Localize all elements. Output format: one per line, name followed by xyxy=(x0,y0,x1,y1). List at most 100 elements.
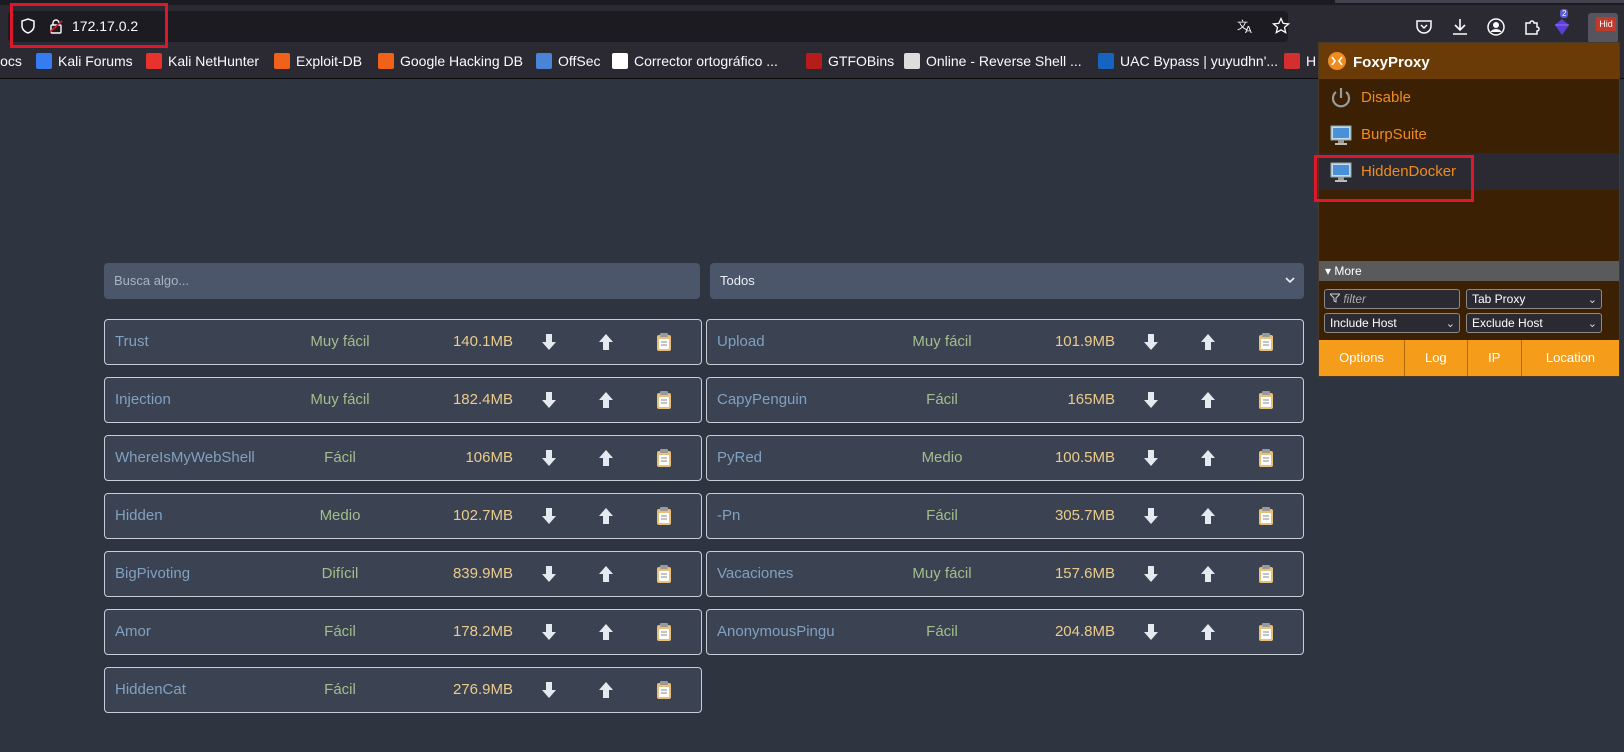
url-bar[interactable]: 172.17.0.2 文A xyxy=(8,11,1290,42)
download-arrow-icon[interactable] xyxy=(1142,332,1160,352)
upload-arrow-icon[interactable] xyxy=(1199,506,1217,526)
download-arrow-icon[interactable] xyxy=(1142,622,1160,642)
machine-size: 140.1MB xyxy=(452,333,513,350)
machine-name[interactable]: Trust xyxy=(115,333,149,350)
bookmark-label: Exploit-DB xyxy=(296,53,363,69)
download-arrow-icon[interactable] xyxy=(540,390,558,410)
download-arrow-icon[interactable] xyxy=(540,564,558,584)
bookmark-item[interactable]: Corrector ortográfico ... xyxy=(612,53,778,69)
download-arrow-icon[interactable] xyxy=(540,448,558,468)
extension-gem-icon[interactable] xyxy=(1552,17,1572,37)
upload-arrow-icon[interactable] xyxy=(597,680,615,700)
machine-name[interactable]: CapyPenguin xyxy=(717,391,807,408)
download-arrow-icon[interactable] xyxy=(540,332,558,352)
upload-arrow-icon[interactable] xyxy=(597,390,615,410)
monitor-icon xyxy=(1330,125,1352,145)
clipboard-icon[interactable] xyxy=(1257,332,1275,352)
machine-name[interactable]: Injection xyxy=(115,391,171,408)
translate-icon[interactable]: 文A xyxy=(1236,17,1254,35)
clipboard-icon[interactable] xyxy=(655,448,673,468)
filter-selected-value: Todos xyxy=(720,273,755,288)
download-arrow-icon[interactable] xyxy=(540,622,558,642)
clipboard-icon[interactable] xyxy=(655,332,673,352)
upload-arrow-icon[interactable] xyxy=(597,506,615,526)
machine-card: Vacaciones Muy fácil 157.6MB xyxy=(706,551,1304,597)
tab-proxy-select[interactable]: Tab Proxy ⌄ xyxy=(1466,289,1602,309)
bookmark-item[interactable]: Kali NetHunter xyxy=(146,53,259,69)
difficulty-filter-select[interactable]: Todos xyxy=(710,263,1304,299)
include-host-select[interactable]: Include Host ⌄ xyxy=(1324,313,1460,333)
machine-difficulty: Difícil xyxy=(321,565,359,582)
machine-name[interactable]: HiddenCat xyxy=(115,681,186,698)
machine-name[interactable]: Hidden xyxy=(115,507,163,524)
machine-card: Amor Fácil 178.2MB xyxy=(104,609,702,655)
machine-name[interactable]: Amor xyxy=(115,623,151,640)
machine-size: 101.9MB xyxy=(1054,333,1115,350)
download-arrow-icon[interactable] xyxy=(540,506,558,526)
location-button[interactable]: Location xyxy=(1522,340,1619,376)
bookmark-star-icon[interactable] xyxy=(1272,17,1290,35)
upload-arrow-icon[interactable] xyxy=(1199,448,1217,468)
more-toggle[interactable]: ▾ More xyxy=(1319,261,1619,281)
clipboard-icon[interactable] xyxy=(1257,564,1275,584)
machine-name[interactable]: Upload xyxy=(717,333,765,350)
bookmark-item[interactable]: H xyxy=(1284,53,1316,69)
bookmark-item[interactable]: GTFOBins xyxy=(806,53,894,69)
bookmark-item[interactable]: Online - Reverse Shell ... xyxy=(904,53,1082,69)
clipboard-icon[interactable] xyxy=(655,622,673,642)
account-icon[interactable] xyxy=(1486,17,1506,37)
clipboard-icon[interactable] xyxy=(1257,390,1275,410)
log-button[interactable]: Log xyxy=(1405,340,1468,376)
upload-arrow-icon[interactable] xyxy=(597,622,615,642)
upload-arrow-icon[interactable] xyxy=(1199,564,1217,584)
clipboard-icon[interactable] xyxy=(655,506,673,526)
download-arrow-icon[interactable] xyxy=(1142,448,1160,468)
clipboard-icon[interactable] xyxy=(1257,506,1275,526)
download-arrow-icon[interactable] xyxy=(1142,564,1160,584)
clipboard-icon[interactable] xyxy=(655,564,673,584)
upload-arrow-icon[interactable] xyxy=(597,564,615,584)
upload-arrow-icon[interactable] xyxy=(1199,622,1217,642)
bookmark-item[interactable]: OffSec xyxy=(536,53,601,69)
download-arrow-icon[interactable] xyxy=(540,680,558,700)
clipboard-icon[interactable] xyxy=(655,390,673,410)
extensions-puzzle-icon[interactable] xyxy=(1522,17,1542,37)
download-arrow-icon[interactable] xyxy=(1142,390,1160,410)
upload-arrow-icon[interactable] xyxy=(597,448,615,468)
machine-card: Injection Muy fácil 182.4MB xyxy=(104,377,702,423)
gtfobins-icon xyxy=(806,53,822,69)
clipboard-icon[interactable] xyxy=(1257,448,1275,468)
machine-name[interactable]: AnonymousPingu xyxy=(717,623,835,640)
search-input[interactable]: Busca algo... xyxy=(104,263,700,299)
machine-size: 165MB xyxy=(1067,391,1115,408)
bookmark-item[interactable]: Docs xyxy=(0,53,22,69)
bookmark-item[interactable]: UAC Bypass | yuyudhn'... xyxy=(1098,53,1278,69)
pocket-icon[interactable] xyxy=(1414,17,1434,37)
ip-button[interactable]: IP xyxy=(1468,340,1522,376)
exclude-host-select[interactable]: Exclude Host ⌄ xyxy=(1466,313,1602,333)
upload-arrow-icon[interactable] xyxy=(1199,390,1217,410)
bookmark-item[interactable]: Kali Forums xyxy=(36,53,133,69)
machine-name[interactable]: Vacaciones xyxy=(717,565,793,582)
clipboard-icon[interactable] xyxy=(1257,622,1275,642)
bookmark-item[interactable]: Google Hacking DB xyxy=(378,53,523,69)
proxy-item-disable[interactable]: Disable xyxy=(1319,79,1619,116)
downloads-icon[interactable] xyxy=(1450,17,1470,37)
machine-name[interactable]: WhereIsMyWebShell xyxy=(115,449,255,466)
upload-arrow-icon[interactable] xyxy=(1199,332,1217,352)
download-arrow-icon[interactable] xyxy=(1142,506,1160,526)
machine-name[interactable]: BigPivoting xyxy=(115,565,190,582)
bookmark-item[interactable]: Exploit-DB xyxy=(274,53,362,69)
filter-input[interactable]: filter xyxy=(1324,289,1460,309)
machine-name[interactable]: -Pn xyxy=(717,507,740,524)
proxy-item-burpsuite[interactable]: BurpSuite xyxy=(1319,116,1619,153)
upload-arrow-icon[interactable] xyxy=(597,332,615,352)
machine-difficulty: Fácil xyxy=(324,449,356,466)
bookmark-label: UAC Bypass | yuyudhn'... xyxy=(1120,53,1279,69)
clipboard-icon[interactable] xyxy=(655,680,673,700)
machine-difficulty: Muy fácil xyxy=(310,333,370,350)
machine-name[interactable]: PyRed xyxy=(717,449,762,466)
options-button[interactable]: Options xyxy=(1319,340,1406,376)
foxyproxy-toolbar-button[interactable]: Hid xyxy=(1588,13,1618,43)
machine-card: BigPivoting Difícil 839.9MB xyxy=(104,551,702,597)
